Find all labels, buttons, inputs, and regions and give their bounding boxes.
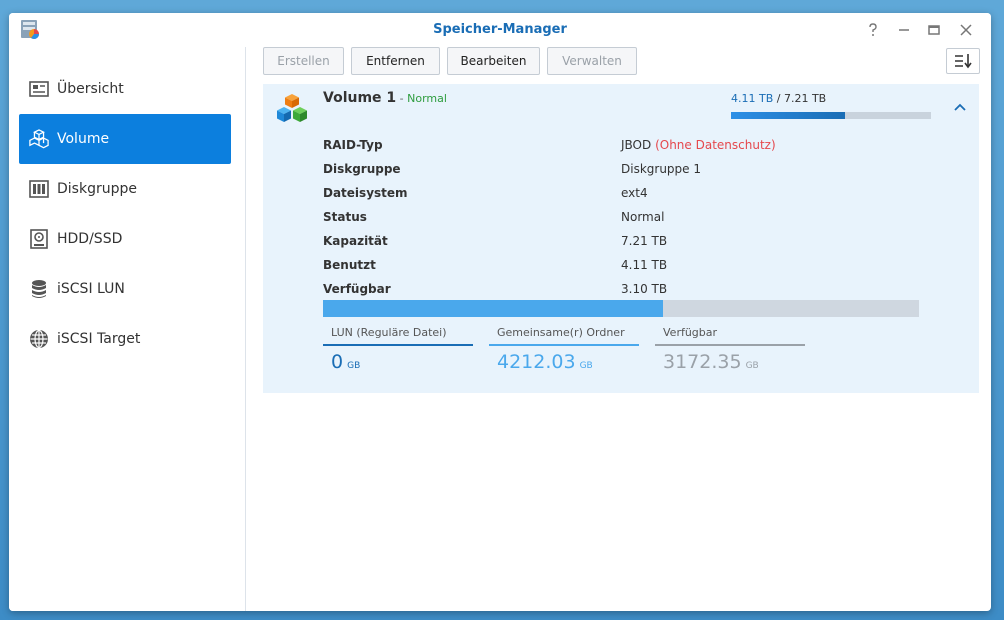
minimize-icon[interactable] <box>896 22 912 38</box>
stat-unit: GB <box>745 361 759 371</box>
disk-group-icon <box>29 179 49 199</box>
close-icon[interactable] <box>958 22 974 38</box>
stat-value: 4212.03 GB <box>489 346 639 373</box>
stat-value: 3172.35 GB <box>655 346 805 373</box>
stat-label: LUN (Reguläre Datei) <box>323 326 473 346</box>
capacity-separator: / <box>773 92 784 105</box>
usage-bar-fill <box>323 300 663 317</box>
stat-shared-folders: Gemeinsame(r) Ordner 4212.03 GB <box>489 326 639 373</box>
stat-value: 0 GB <box>323 346 473 373</box>
stat-number: 3172.35 <box>663 351 742 373</box>
capacity-total: 7.21 TB <box>783 92 827 105</box>
sort-button[interactable] <box>946 48 980 74</box>
stat-unit: GB <box>347 361 361 371</box>
capacity-bar-fill <box>731 112 845 119</box>
detail-value: ext4 <box>621 186 648 200</box>
create-button[interactable]: Erstellen <box>263 47 344 75</box>
detail-value: 7.21 TB <box>621 234 668 248</box>
sidebar-item-iscsi-target[interactable]: iSCSI Target <box>19 314 231 364</box>
edit-button[interactable]: Bearbeiten <box>447 47 540 75</box>
title-bar: Speicher-Manager <box>9 13 991 47</box>
stat-label: Gemeinsame(r) Ordner <box>489 326 639 346</box>
stat-number: 4212.03 <box>497 351 576 373</box>
detail-value: 4.11 TB <box>621 258 668 272</box>
detail-label: Verfügbar <box>323 282 391 296</box>
sidebar-item-diskgroup[interactable]: Diskgruppe <box>19 164 231 214</box>
detail-value: Diskgruppe 1 <box>621 162 701 176</box>
sidebar-item-label: Volume <box>57 131 110 147</box>
overview-icon <box>29 79 49 99</box>
capacity-summary: 4.11 TB / 7.21 TB <box>731 92 826 105</box>
detail-value: 3.10 TB <box>621 282 668 296</box>
sidebar-item-label: iSCSI LUN <box>57 281 125 297</box>
sidebar-item-label: Diskgruppe <box>57 181 137 197</box>
detail-label: Kapazität <box>323 234 388 248</box>
manage-button[interactable]: Verwalten <box>547 47 637 75</box>
sidebar-item-overview[interactable]: Übersicht <box>19 64 231 114</box>
detail-label: RAID-Typ <box>323 138 383 152</box>
stat-number: 0 <box>331 351 344 373</box>
detail-label: Diskgruppe <box>323 162 401 176</box>
database-icon <box>29 279 49 299</box>
remove-button[interactable]: Entfernen <box>351 47 440 75</box>
detail-label: Status <box>323 210 367 224</box>
main-content: Erstellen Entfernen Bearbeiten Verwalten… <box>247 47 991 611</box>
volume-status-inline: Normal <box>407 92 447 105</box>
sidebar: Übersicht Volume Diskgruppe HDD/SSD iSCS… <box>9 47 246 611</box>
sidebar-item-label: Übersicht <box>57 81 124 97</box>
volume-cubes-icon <box>29 129 49 149</box>
sidebar-item-label: HDD/SSD <box>57 231 123 247</box>
maximize-icon[interactable] <box>926 22 942 38</box>
capacity-bar <box>731 112 931 119</box>
sidebar-item-iscsi-lun[interactable]: iSCSI LUN <box>19 264 231 314</box>
volume-panel[interactable]: Volume 1 - Normal 4.11 TB / 7.21 TB RAID… <box>263 84 979 393</box>
sidebar-item-label: iSCSI Target <box>57 331 141 347</box>
globe-icon <box>29 329 49 349</box>
speicher-manager-window: Speicher-Manager Übersicht Volume Diskgr… <box>9 13 991 611</box>
collapse-chevron-up-icon[interactable] <box>951 98 969 116</box>
detail-value: Normal <box>621 210 665 224</box>
stat-lun: LUN (Reguläre Datei) 0 GB <box>323 326 473 373</box>
hdd-icon <box>29 229 49 249</box>
raid-note: (Ohne Datenschutz) <box>655 138 776 152</box>
volume-cubes-icon <box>277 94 307 122</box>
sidebar-item-volume[interactable]: Volume <box>19 114 231 164</box>
detail-label: Dateisystem <box>323 186 408 200</box>
help-icon[interactable] <box>865 22 881 38</box>
detail-label: Benutzt <box>323 258 376 272</box>
volume-name: Volume 1 <box>323 90 397 106</box>
capacity-used: 4.11 TB <box>731 92 774 105</box>
detail-value: JBOD (Ohne Datenschutz) <box>621 138 776 152</box>
raid-type-value: JBOD <box>621 138 652 152</box>
sort-icon <box>955 54 972 69</box>
stat-unit: GB <box>579 361 593 371</box>
sidebar-item-hdd-ssd[interactable]: HDD/SSD <box>19 214 231 264</box>
stat-label: Verfügbar <box>655 326 805 346</box>
stat-available: Verfügbar 3172.35 GB <box>655 326 805 373</box>
volume-title-separator: - <box>396 92 408 105</box>
window-title: Speicher-Manager <box>433 22 567 37</box>
volume-title: Volume 1 - Normal <box>323 90 447 106</box>
usage-bar <box>323 300 919 317</box>
